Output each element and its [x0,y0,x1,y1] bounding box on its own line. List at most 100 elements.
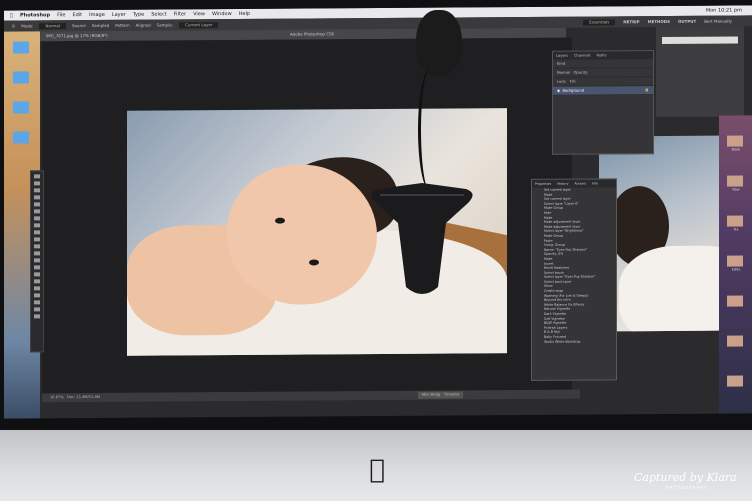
second-document-window[interactable] [599,135,729,332]
folder-icon[interactable] [13,131,29,144]
search-input[interactable] [662,36,738,45]
shape-tool-icon[interactable] [34,286,40,291]
lasso-tool-icon[interactable] [34,188,40,193]
menu-file[interactable]: File [57,12,65,18]
user-name[interactable]: Bert Manually [704,18,732,24]
eye-icon[interactable]: ◉ [557,89,560,93]
zoom-tool-icon[interactable] [34,300,40,305]
tab-actions[interactable]: Actions [574,182,586,186]
sensor-counterweight [416,10,462,76]
clone-stamp-tool-icon[interactable] [34,230,40,235]
menu-filter[interactable]: Filter [174,11,186,17]
desktop-label: Fix [733,227,739,232]
zoom-level[interactable]: 16.67% [50,395,64,399]
tab-paths[interactable]: Paths [597,53,607,57]
colorimeter-sensor [371,183,473,294]
image-file-icon[interactable] [727,175,743,187]
menu-type[interactable]: Type [133,12,144,18]
quick-select-tool-icon[interactable] [34,195,40,200]
folder-icon[interactable] [13,41,29,54]
app-menu[interactable]: Photoshop [20,12,50,18]
marquee-tool-icon[interactable] [34,181,40,186]
crop-tool-icon[interactable] [34,202,40,207]
path-select-tool-icon[interactable] [34,279,40,284]
type-tool-icon[interactable] [34,272,40,277]
tab-channels[interactable]: Channels [574,54,591,58]
brush-tool-icon[interactable] [34,223,40,228]
canvas-area[interactable] [42,37,572,394]
menu-edit[interactable]: Edit [72,12,82,18]
tools-panel [30,170,44,353]
image-file-icon[interactable] [727,135,743,147]
sampled-radio[interactable]: Sampled [92,23,110,28]
desktop-right: Book Raw Fix Edits [719,115,752,414]
aligned-checkbox[interactable]: Aligned [136,23,151,28]
action-item[interactable]: Studio White Backdrop [532,339,616,344]
eyedropper-tool-icon[interactable] [34,209,40,214]
photo-blanket [619,245,729,332]
doc-size: Doc: 11.4M/11.4M [67,394,100,400]
foreground-color-icon[interactable] [34,307,40,312]
image-file-icon[interactable] [727,375,743,387]
nav-netrip[interactable]: NETRIP [623,19,639,25]
healing-tool-icon[interactable] [34,216,40,221]
tab-layers[interactable]: Layers [556,54,568,58]
watermark-subtitle: PHOTOGRAPHY [666,485,708,490]
tab-properties[interactable]: Properties [535,182,551,186]
mini-bridge-panel [656,26,744,118]
folder-icon[interactable] [13,101,29,114]
menu-layer[interactable]: Layer [112,12,126,18]
menu-image[interactable]: Image [89,12,105,18]
image-file-icon[interactable] [727,215,743,227]
eraser-tool-icon[interactable] [34,244,40,249]
image-file-icon[interactable] [727,255,743,267]
menu-window[interactable]: Window [212,11,232,17]
document-tab[interactable]: IMG_7671.jpg @ 17% (RGB/8*) [46,33,108,38]
sample-label: Sample: [156,22,174,28]
quick-mask-icon[interactable] [34,314,40,319]
history-brush-tool-icon[interactable] [34,237,40,242]
desktop-label: Raw [732,187,740,192]
blend-mode-select[interactable]: Normal [557,71,570,75]
menu-view[interactable]: View [193,11,205,17]
workspace-select[interactable]: Essentials [583,18,616,26]
lock-icon: 🔒 [644,88,649,93]
gradient-tool-icon[interactable] [34,251,40,256]
clone-stamp-tool-icon[interactable]: ⎘ [12,24,15,29]
sensor-cable [418,70,441,190]
actions-panel: Properties History Actions Info Set curr… [531,178,617,381]
folder-icon[interactable] [13,71,29,84]
watermark-signature: Captured by Klara [634,471,737,484]
dodge-tool-icon[interactable] [34,258,40,263]
opacity-label: Opacity: [573,70,589,75]
nav-output[interactable]: OUTPUT [678,18,696,24]
nav-methods[interactable]: METHODS [648,18,670,24]
tab-history[interactable]: History [557,182,568,186]
apple-menu-icon[interactable]:  [10,13,13,19]
hand-tool-icon[interactable] [34,293,40,298]
tab-info[interactable]: Info [592,181,598,185]
fill-label: Fill: [569,79,576,84]
pattern-radio[interactable]: Pattern [115,23,129,28]
image-file-icon[interactable] [727,295,743,307]
action-list: Set current layer Make Set current layer Se… [532,187,616,344]
move-tool-icon[interactable] [34,174,40,179]
app-title: Adobe Photoshop CS6 [290,31,335,37]
desktop-label: Book [731,147,741,152]
photo-eye [275,217,285,224]
pen-tool-icon[interactable] [34,265,40,270]
layer-name: Background [562,88,584,93]
image-file-icon[interactable] [727,335,743,347]
menu-select[interactable]: Select [151,11,166,17]
filter-kind-select[interactable]: Kind [557,62,565,66]
mode-label: Mode: [21,23,34,29]
mode-select[interactable]: Normal [39,22,66,29]
menubar-clock[interactable]: Mon 10:21 pm [706,7,742,13]
tab-timeline[interactable]: Timeline [440,391,464,399]
layer-row-background[interactable]: ◉ Background 🔒 [553,86,653,96]
menu-help[interactable]: Help [239,11,250,17]
source-label: Source [71,23,86,29]
lock-label: Lock: [557,79,567,84]
apple-logo-icon:  [364,456,390,484]
sample-select[interactable]: Current Layer [179,21,219,28]
